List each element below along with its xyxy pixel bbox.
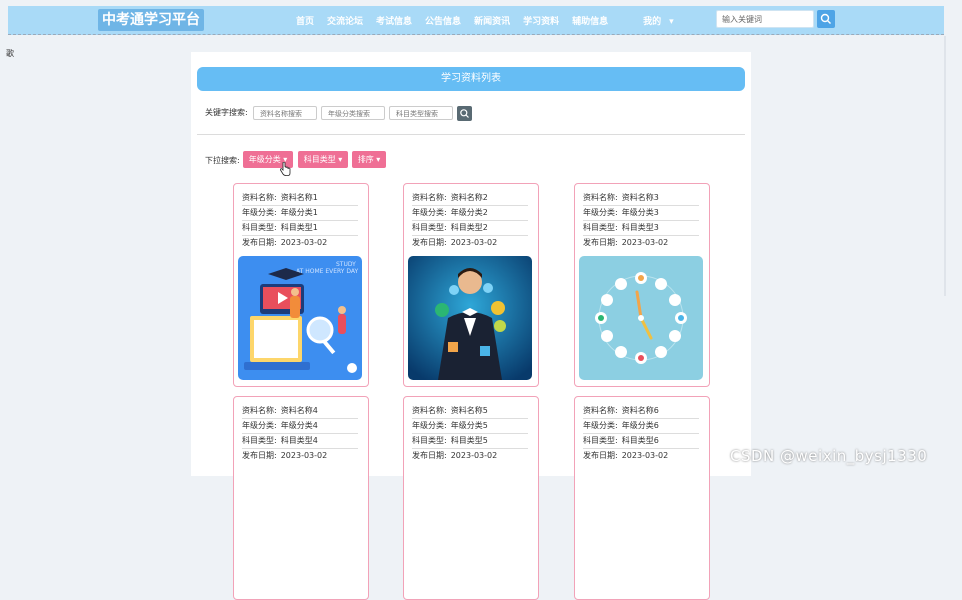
image-caption-line2: AT HOME EVERY DAY [296,268,359,275]
subject-dropdown-button[interactable]: 科目类型 ▾ [298,151,348,168]
field-label: 年级分类: [242,421,277,430]
main-nav: 首页 交流论坛 考试信息 公告信息 新闻资讯 学习资料 辅助信息 我的 ▾ [296,6,674,34]
material-name: 资料名称4 [280,406,318,415]
nav-announcements[interactable]: 公告信息 [425,14,461,27]
nav-exam-info[interactable]: 考试信息 [376,14,412,27]
material-subject: 科目类型2 [450,223,488,232]
nav-mine-label: 我的 [643,16,662,27]
material-grade: 年级分类5 [450,421,488,430]
material-name: 资料名称2 [450,193,488,202]
field-label: 科目类型: [242,436,277,445]
material-name: 资料名称3 [621,193,659,202]
scrollbar-track[interactable] [944,36,946,296]
keyword-search-label: 关键字搜索: [205,108,248,117]
field-label: 科目类型: [583,436,618,445]
study-at-home-illustration: STUDY AT HOME EVERY DAY [238,256,362,380]
field-label: 资料名称: [412,406,447,415]
field-label: 年级分类: [412,208,447,217]
dropdown-search-label: 下拉搜索: [205,156,240,165]
watermark: CSDN @weixin_bysj1330 [730,447,928,465]
field-label: 发布日期: [412,451,447,460]
field-label: 资料名称: [583,406,618,415]
nav-study-materials[interactable]: 学习资料 [523,14,559,27]
keyword-search-button[interactable] [457,106,472,121]
subject-search-input[interactable]: 科目类型搜索 [389,106,453,120]
field-label: 年级分类: [412,421,447,430]
nav-forum[interactable]: 交流论坛 [327,14,363,27]
material-subject: 科目类型5 [450,436,488,445]
businessman-education-illustration [408,256,532,380]
material-date: 2023-03-02 [280,238,328,247]
header-search-input[interactable]: 输入关键词 [716,10,814,28]
field-label: 发布日期: [583,451,618,460]
image-caption-line1: STUDY [336,261,356,268]
material-name: 资料名称6 [621,406,659,415]
chevron-down-icon: ▾ [669,16,674,27]
side-text: 歌 [6,49,14,58]
material-card[interactable]: 资料名称: 资料名称4 年级分类: 年级分类4 科目类型: 科目类型4 发布日期: 20… [233,396,369,600]
field-label: 科目类型: [583,223,618,232]
material-date: 2023-03-02 [621,451,669,460]
nav-news[interactable]: 新闻资讯 [474,14,510,27]
field-label: 科目类型: [412,436,447,445]
field-label: 资料名称: [412,193,447,202]
top-navbar: 中考通学习平台 首页 交流论坛 考试信息 公告信息 新闻资讯 学习资料 辅助信息… [8,6,944,35]
name-search-input[interactable]: 资料名称搜索 [253,106,317,120]
page-title: 学习资料列表 [197,67,745,91]
nav-home[interactable]: 首页 [296,14,314,27]
material-subject: 科目类型4 [280,436,318,445]
field-label: 发布日期: [242,451,277,460]
header-search-button[interactable] [817,10,835,28]
nav-mine[interactable]: 我的 ▾ [643,14,674,27]
material-card[interactable]: 资料名称: 资料名称3 年级分类: 年级分类3 科目类型: 科目类型3 发布日期: 20… [574,183,710,387]
field-label: 年级分类: [583,421,618,430]
field-label: 科目类型: [242,223,277,232]
field-label: 科目类型: [412,223,447,232]
search-icon [820,13,831,24]
field-label: 发布日期: [412,238,447,247]
grade-search-input[interactable]: 年级分类搜索 [321,106,385,120]
material-date: 2023-03-02 [450,451,498,460]
material-date: 2023-03-02 [621,238,669,247]
material-date: 2023-03-02 [450,238,498,247]
field-label: 年级分类: [583,208,618,217]
site-logo[interactable]: 中考通学习平台 [98,9,204,31]
field-label: 发布日期: [583,238,618,247]
material-card[interactable]: 资料名称: 资料名称2 年级分类: 年级分类2 科目类型: 科目类型2 发布日期: 20… [403,183,539,387]
material-name: 资料名称5 [450,406,488,415]
material-date: 2023-03-02 [280,451,328,460]
material-grade: 年级分类6 [621,421,659,430]
material-card[interactable]: 资料名称: 资料名称1 年级分类: 年级分类1 科目类型: 科目类型1 发布日期: 20… [233,183,369,387]
material-name: 资料名称1 [280,193,318,202]
material-card[interactable]: 资料名称: 资料名称5 年级分类: 年级分类5 科目类型: 科目类型5 发布日期: 20… [403,396,539,600]
field-label: 年级分类: [242,208,277,217]
material-grade: 年级分类2 [450,208,488,217]
material-thumbnail[interactable]: STUDY AT HOME EVERY DAY [238,256,362,380]
field-label: 资料名称: [583,193,618,202]
field-label: 资料名称: [242,193,277,202]
material-grade: 年级分类1 [280,208,318,217]
education-clock-illustration [579,256,703,380]
material-grade: 年级分类3 [621,208,659,217]
material-thumbnail[interactable] [579,256,703,380]
field-label: 资料名称: [242,406,277,415]
material-grade: 年级分类4 [280,421,318,430]
field-label: 发布日期: [242,238,277,247]
hand-pointer-icon [279,161,291,179]
material-thumbnail[interactable] [408,256,532,380]
divider [197,134,745,135]
material-subject: 科目类型3 [621,223,659,232]
material-card[interactable]: 资料名称: 资料名称6 年级分类: 年级分类6 科目类型: 科目类型6 发布日期: 20… [574,396,710,600]
search-icon [460,109,469,118]
sort-dropdown-button[interactable]: 排序 ▾ [352,151,386,168]
material-subject: 科目类型1 [280,223,318,232]
material-subject: 科目类型6 [621,436,659,445]
nav-aux-info[interactable]: 辅助信息 [572,14,608,27]
